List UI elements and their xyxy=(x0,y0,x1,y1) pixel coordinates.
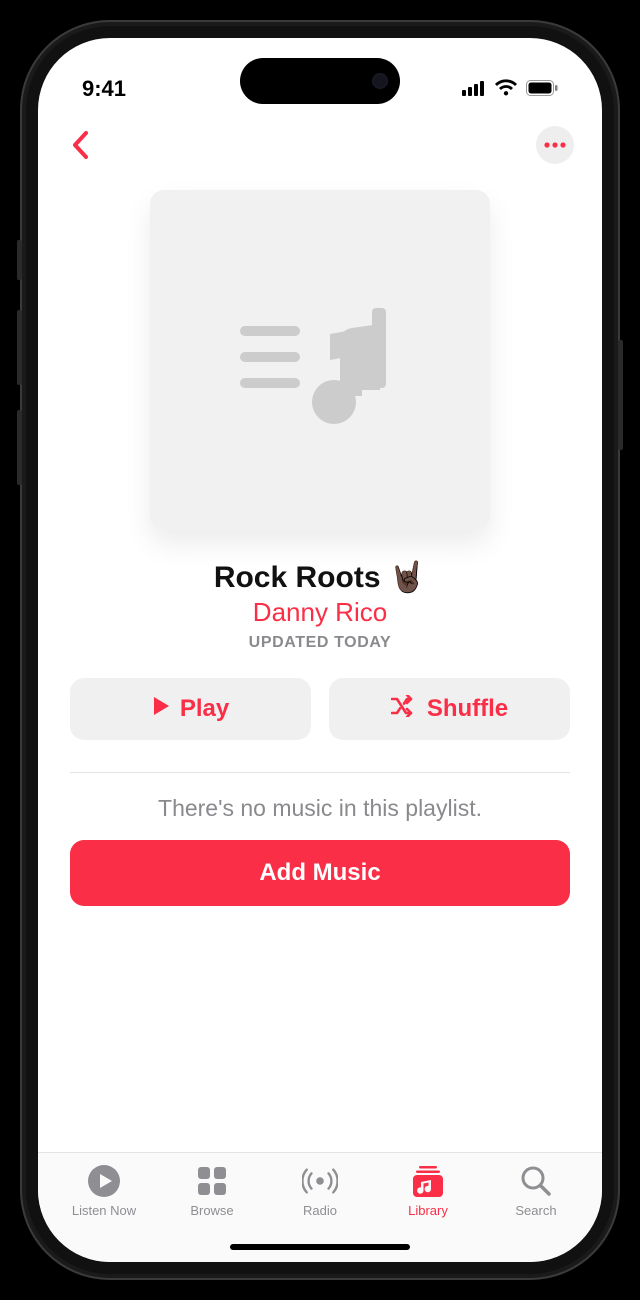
battery-icon xyxy=(526,76,558,102)
search-icon xyxy=(518,1163,554,1199)
power-button xyxy=(618,340,623,450)
status-icons xyxy=(462,76,558,102)
ringer-switch xyxy=(17,240,22,280)
divider xyxy=(70,772,570,773)
front-camera xyxy=(372,73,388,89)
play-label: Play xyxy=(180,695,229,723)
tab-label: Browse xyxy=(190,1203,233,1218)
tab-library[interactable]: Library xyxy=(383,1163,473,1218)
empty-playlist-text: There's no music in this playlist. xyxy=(158,795,482,822)
grid-icon xyxy=(194,1163,230,1199)
volume-down-button xyxy=(17,410,22,485)
play-circle-icon xyxy=(86,1163,122,1199)
tab-label: Radio xyxy=(303,1203,337,1218)
more-button[interactable] xyxy=(536,126,574,164)
library-icon xyxy=(410,1163,446,1199)
status-time: 9:41 xyxy=(82,76,126,102)
playlist-artwork xyxy=(150,190,490,530)
add-music-button[interactable]: Add Music xyxy=(70,840,570,906)
tab-label: Library xyxy=(408,1203,448,1218)
play-icon xyxy=(152,695,170,723)
shuffle-label: Shuffle xyxy=(427,695,508,723)
tab-label: Search xyxy=(515,1203,556,1218)
playlist-artist[interactable]: Danny Rico xyxy=(253,597,387,628)
play-button[interactable]: Play xyxy=(70,678,311,740)
dynamic-island xyxy=(240,58,400,104)
home-indicator[interactable] xyxy=(230,1244,410,1250)
screen: 9:41 xyxy=(38,38,602,1262)
tab-radio[interactable]: Radio xyxy=(275,1163,365,1218)
shuffle-icon xyxy=(391,695,417,724)
content: Rock Roots 🤘🏿 Danny Rico UPDATED TODAY P… xyxy=(38,168,602,1152)
phone-frame: 9:41 xyxy=(20,20,620,1280)
cellular-icon xyxy=(462,76,486,102)
nav-bar xyxy=(38,116,602,168)
shuffle-button[interactable]: Shuffle xyxy=(329,678,570,740)
radio-icon xyxy=(302,1163,338,1199)
volume-up-button xyxy=(17,310,22,385)
back-button[interactable] xyxy=(66,127,94,163)
wifi-icon xyxy=(494,76,518,102)
button-row: Play Shuffle xyxy=(70,678,570,740)
tab-search[interactable]: Search xyxy=(491,1163,581,1218)
playlist-title: Rock Roots 🤘🏿 xyxy=(214,560,426,595)
tab-browse[interactable]: Browse xyxy=(167,1163,257,1218)
tab-label: Listen Now xyxy=(72,1203,136,1218)
add-music-label: Add Music xyxy=(259,859,380,887)
playlist-updated: UPDATED TODAY xyxy=(249,634,392,652)
tab-listen-now[interactable]: Listen Now xyxy=(59,1163,149,1218)
